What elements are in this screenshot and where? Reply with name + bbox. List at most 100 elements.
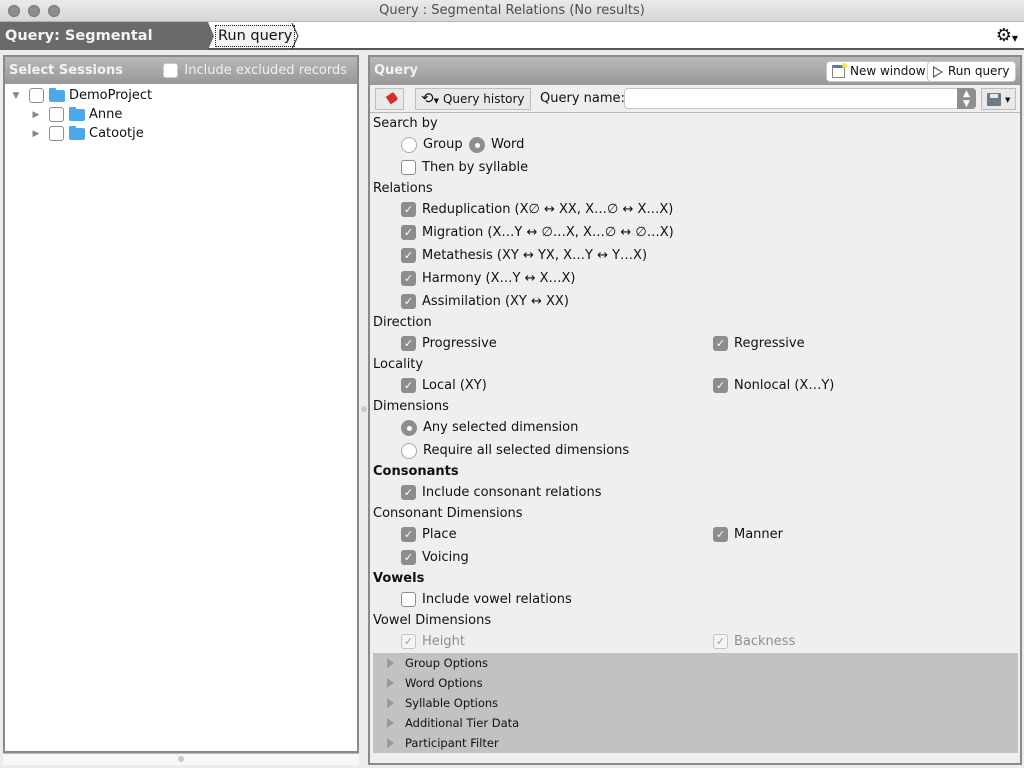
tree-node-anne[interactable]: ▶ Anne: [5, 105, 357, 124]
query-name-label: Query name:: [540, 91, 625, 106]
query-history-button[interactable]: ⟲▼ Query history: [415, 88, 531, 110]
section-title: Additional Tier Data: [405, 716, 520, 730]
radio-group[interactable]: Group: [401, 133, 463, 156]
breadcrumb-separator: [208, 22, 214, 50]
query-form: Search by Group Word Then by syllable Re…: [370, 114, 1020, 676]
place-checkbox[interactable]: ✓ Place: [401, 523, 457, 546]
select-sessions-title: Select Sessions: [9, 63, 123, 78]
checkbox[interactable]: ✓: [401, 527, 416, 542]
breadcrumb-item-query[interactable]: Query: Segmental Relations: [0, 22, 208, 72]
clear-query-button[interactable]: [375, 88, 404, 110]
checkbox[interactable]: ✓: [401, 294, 416, 309]
nonlocal-checkbox[interactable]: ✓ Nonlocal (X…Y): [713, 374, 834, 397]
radio-label: Require all selected dimensions: [423, 443, 630, 458]
radio-word[interactable]: Word: [469, 133, 524, 156]
checkbox[interactable]: ✓: [713, 378, 728, 393]
checkbox[interactable]: ✓: [713, 527, 728, 542]
section-label-vowel-dimensions: Vowel Dimensions: [373, 613, 492, 628]
select-sessions-panel: Select Sessions Include excluded records…: [3, 55, 359, 753]
radio-button[interactable]: [401, 442, 417, 459]
include-vowel-relations-checkbox[interactable]: Include vowel relations: [401, 588, 572, 611]
then-by-syllable-checkbox[interactable]: Then by syllable: [401, 156, 528, 179]
section-participant-filter[interactable]: Participant Filter: [373, 733, 1018, 753]
include-excluded-label: Include excluded records: [184, 63, 347, 78]
section-syllable-options[interactable]: Syllable Options: [373, 693, 1018, 713]
tree-node-catootje[interactable]: ▶ Catootje: [5, 124, 357, 143]
section-word-options[interactable]: Word Options: [373, 673, 1018, 693]
checkbox-label: Voicing: [422, 550, 469, 565]
checkbox[interactable]: ✓: [401, 202, 416, 217]
collapse-triangle-icon[interactable]: ▶: [31, 129, 41, 139]
checkbox[interactable]: ✓: [401, 225, 416, 240]
manner-checkbox[interactable]: ✓ Manner: [713, 523, 783, 546]
checkbox-label: Reduplication (X∅ ↔ XX, X…∅ ↔ X…X): [422, 202, 674, 217]
section-additional-tier-data[interactable]: Additional Tier Data: [373, 713, 1018, 733]
radio-button[interactable]: [401, 419, 417, 436]
metathesis-checkbox[interactable]: ✓ Metathesis (XY ↔ YX, X…Y ↔ Y…X): [401, 244, 647, 267]
regressive-checkbox[interactable]: ✓ Regressive: [713, 332, 805, 355]
checkbox[interactable]: ✓: [401, 248, 416, 263]
left-panel-resize-handle[interactable]: [3, 753, 359, 765]
new-window-button[interactable]: New window: [826, 61, 933, 82]
expand-triangle-icon[interactable]: ▼: [11, 91, 21, 101]
tree-node-label: Anne: [89, 107, 123, 122]
collapse-triangle-icon[interactable]: ▶: [31, 110, 41, 120]
checkbox-label: Then by syllable: [422, 160, 529, 175]
checkbox[interactable]: [401, 592, 416, 607]
checkbox[interactable]: [163, 63, 179, 78]
progressive-checkbox[interactable]: ✓ Progressive: [401, 332, 497, 355]
tree-node-demoproject[interactable]: ▼ DemoProject: [5, 86, 357, 105]
query-history-label: Query history: [442, 92, 525, 106]
section-label-consonant-dimensions: Consonant Dimensions: [373, 506, 523, 521]
query-name-input[interactable]: [624, 88, 976, 109]
play-icon: [933, 65, 943, 78]
tree-checkbox[interactable]: [49, 107, 64, 122]
split-pane-divider[interactable]: [360, 55, 368, 765]
radio-label: Word: [491, 137, 525, 152]
include-consonant-relations-checkbox[interactable]: ✓ Include consonant relations: [401, 481, 602, 504]
query-name-dropdown-icon[interactable]: ▲ ▼: [957, 88, 976, 109]
assimilation-checkbox[interactable]: ✓ Assimilation (XY ↔ XX): [401, 290, 569, 313]
checkbox-label: Include vowel relations: [422, 592, 572, 607]
minimize-window-button[interactable]: [28, 5, 40, 17]
tree-checkbox[interactable]: [49, 126, 64, 141]
run-query-button[interactable]: Run query: [927, 61, 1017, 82]
checkbox[interactable]: ✓: [401, 550, 416, 565]
panel-header: Select Sessions Include excluded records: [5, 57, 357, 84]
checkbox[interactable]: ✓: [401, 378, 416, 393]
checkbox-label: Progressive: [422, 336, 497, 351]
zoom-window-button[interactable]: [48, 5, 60, 17]
local-checkbox[interactable]: ✓ Local (XY): [401, 374, 487, 397]
checkbox[interactable]: ✓: [401, 485, 416, 500]
gear-icon[interactable]: ⚙▼: [996, 26, 1018, 49]
section-group-options[interactable]: Group Options: [373, 653, 1018, 673]
require-all-dimensions-radio[interactable]: Require all selected dimensions: [401, 439, 629, 462]
tree-checkbox[interactable]: [29, 88, 44, 103]
checkbox[interactable]: ✓: [713, 336, 728, 351]
query-toolbar: ⟲▼ Query history Query name: ▲ ▼ ▼: [370, 85, 1020, 113]
harmony-checkbox[interactable]: ✓ Harmony (X…Y ↔ X…X): [401, 267, 576, 290]
breadcrumb-item-run-query[interactable]: Run query: [215, 25, 296, 47]
any-selected-dimension-radio[interactable]: Any selected dimension: [401, 416, 578, 439]
grip-icon: [178, 756, 184, 762]
section-label-direction: Direction: [373, 315, 432, 330]
reduplication-checkbox[interactable]: ✓ Reduplication (X∅ ↔ XX, X…∅ ↔ X…X): [401, 198, 673, 221]
checkbox[interactable]: ✓: [401, 336, 416, 351]
voicing-checkbox[interactable]: ✓ Voicing: [401, 546, 469, 569]
close-window-button[interactable]: [8, 5, 20, 17]
checkbox-label: Manner: [734, 527, 784, 542]
checkbox[interactable]: ✓: [401, 271, 416, 286]
section-label-dimensions: Dimensions: [373, 399, 449, 414]
radio-button[interactable]: [469, 136, 485, 153]
history-icon: ⟲▼: [421, 88, 439, 107]
save-query-button[interactable]: ▼: [981, 88, 1016, 110]
checkbox[interactable]: [401, 160, 416, 175]
checkbox-label: Local (XY): [422, 378, 487, 393]
include-excluded-records-checkbox[interactable]: Include excluded records: [163, 57, 347, 84]
migration-checkbox[interactable]: ✓ Migration (X…Y ↔ ∅…X, X…∅ ↔ ∅…X): [401, 221, 674, 244]
radio-button[interactable]: [401, 136, 417, 153]
checkbox-label: Place: [422, 527, 457, 542]
window-title: Query : Segmental Relations (No results): [379, 3, 645, 18]
checkbox-label: Metathesis (XY ↔ YX, X…Y ↔ Y…X): [422, 248, 648, 263]
run-query-label: Run query: [948, 64, 1010, 78]
